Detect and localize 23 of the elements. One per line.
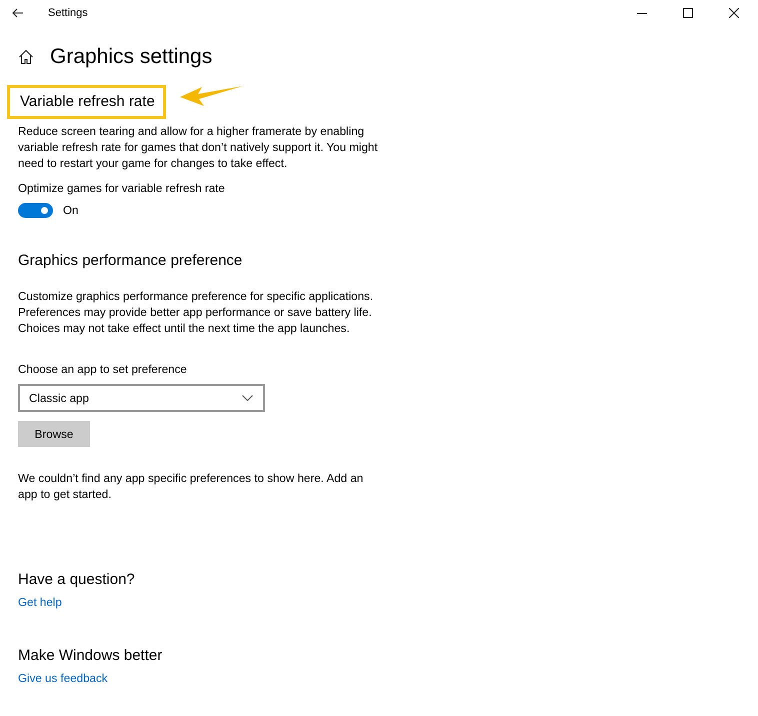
toggle-state-text: On [63,204,78,217]
maximize-icon[interactable] [683,8,693,18]
toggle-label: Optimize games for variable refresh rate [18,182,226,195]
help-link[interactable]: Give us feedback [18,672,108,685]
window-title: Settings [48,6,88,18]
empty-message: We couldn’t find any app specific preferences to show here. Add an app to get started. [18,471,364,503]
description-text: Reduce screen tearing and allow for a higher framerate by enabling variable refresh rate for games that don’t natively support it. You might need to restart your game for changes to take effect. [18,124,379,172]
browse-button[interactable]: Browse [18,421,90,447]
section-heading: Variable refresh rate [7,85,166,119]
section-heading: Make Windows better [18,647,164,664]
description-text: Customize graphics performance preference for specific applications. Preferences may provide better app performance or save battery life. Choices may not take effect until the next time the app launches. [18,289,374,337]
section-heading: Have a question? [18,571,136,588]
app-type-dropdown[interactable]: Classic app [18,384,265,412]
close-icon[interactable] [729,8,739,18]
toggle-switch[interactable] [18,203,53,218]
dropdown-label: Choose an app to set preference [18,363,188,376]
back-icon[interactable] [12,8,24,18]
arrow-icon [180,85,244,107]
chevron-icon [242,395,253,401]
home-icon[interactable] [18,49,34,65]
help-link[interactable]: Get help [18,596,62,609]
section-heading: Graphics performance preference [18,252,244,269]
page-title: Graphics settings [50,45,212,69]
